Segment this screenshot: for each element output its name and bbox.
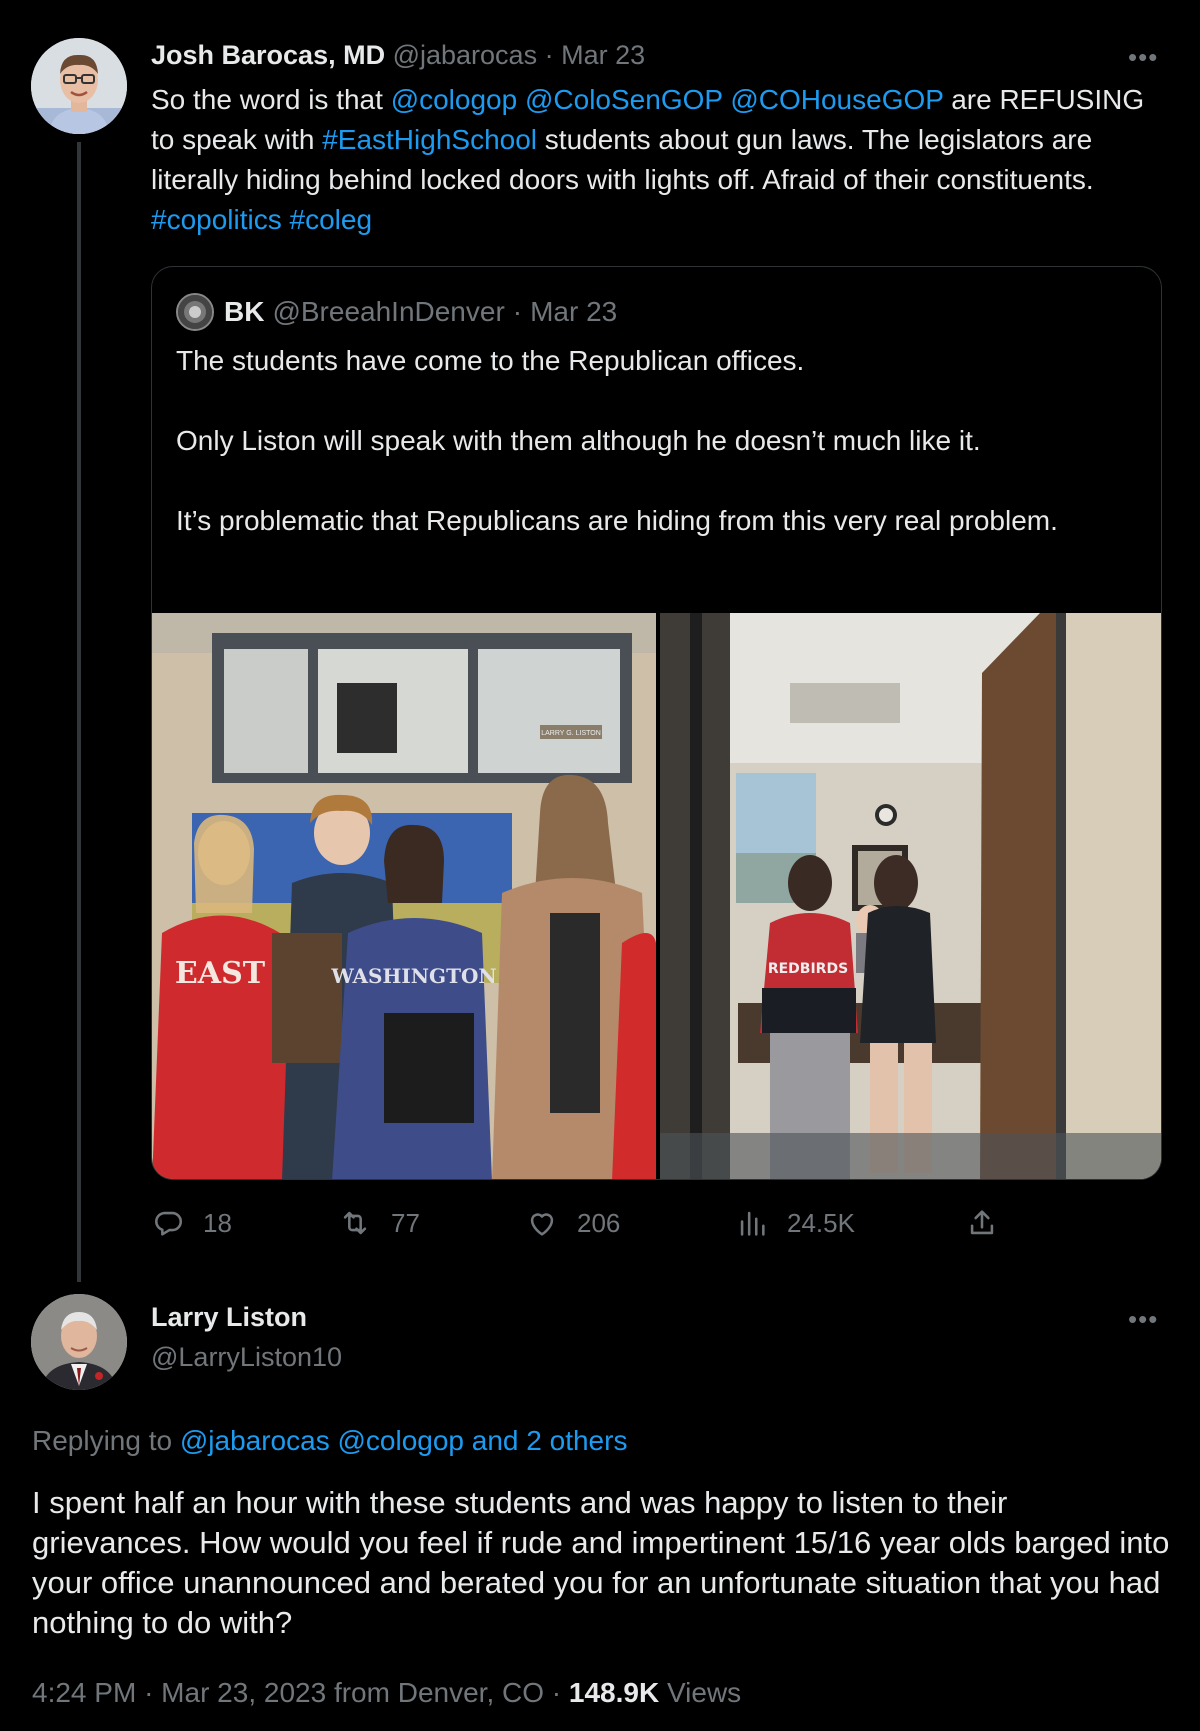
replying-to-label: Replying to — [32, 1425, 180, 1456]
quote-author-name[interactable]: BK — [224, 296, 264, 328]
like-count: 206 — [577, 1207, 621, 1238]
tweet-text-link[interactable]: #EastHighSchool — [322, 124, 537, 155]
reply-author-handle[interactable]: @LarryListon10 — [151, 1342, 342, 1373]
tweet-text-link[interactable]: #coleg — [290, 204, 373, 235]
separator-dot: · — [544, 40, 554, 70]
tweet-text-segment: So the word is that — [151, 84, 391, 115]
replying-to-links[interactable]: @jabarocas @cologop and 2 others — [180, 1425, 628, 1456]
reply-date[interactable]: Mar 23, 2023 — [161, 1677, 326, 1708]
retweet-icon — [343, 1211, 367, 1235]
thread-line — [77, 142, 81, 1282]
more-icon[interactable]: ••• — [1128, 1304, 1158, 1335]
quote-text: The students have come to the Republican… — [176, 341, 1126, 581]
tweet-text-link[interactable]: #copolitics — [151, 204, 282, 235]
photo-students-hallway-image: LARRY G. LISTON EAST WASHINGTON — [152, 613, 656, 1179]
quote-avatar-image — [178, 295, 212, 329]
reply-button[interactable]: 18 — [151, 1206, 232, 1240]
quote-paragraph: Only Liston will speak with them althoug… — [176, 425, 981, 456]
views-icon — [740, 1211, 765, 1236]
avatar-photo — [31, 38, 127, 134]
nameplate-text: LARRY G. LISTON — [541, 730, 601, 737]
share-icon — [970, 1210, 994, 1235]
avatar-josh-barocas[interactable] — [31, 38, 127, 134]
photo-office-meeting[interactable]: REDBIRDS — [660, 613, 1161, 1179]
quoted-tweet[interactable]: BK @BreeahInDenver · Mar 23 The students… — [151, 266, 1162, 1180]
photo-students-hallway[interactable]: LARRY G. LISTON EAST WASHINGTON — [152, 613, 656, 1179]
reply-location: from Denver, CO — [333, 1677, 545, 1708]
author-handle[interactable]: @jabarocas — [393, 40, 537, 70]
tweet-header: Josh Barocas, MD @jabarocas · Mar 23 — [151, 40, 645, 71]
tweet-text-link[interactable]: @cologop — [391, 84, 518, 115]
share-button[interactable] — [965, 1206, 999, 1240]
tweet-text-segment — [517, 84, 525, 115]
more-icon[interactable]: ••• — [1128, 42, 1158, 73]
reply-meta: 4:24 PM · Mar 23, 2023 from Denver, CO ·… — [32, 1677, 742, 1708]
retweet-count: 77 — [391, 1207, 420, 1238]
quote-date[interactable]: Mar 23 — [530, 296, 617, 328]
tweet-text: So the word is that @cologop @ColoSenGOP… — [151, 80, 1161, 240]
reply-text: I spent half an hour with these students… — [32, 1485, 1170, 1640]
tweet-text-link[interactable]: @COHouseGOP — [730, 84, 943, 115]
quote-author-handle[interactable]: @BreeahInDenver — [272, 296, 504, 328]
reply-icon — [155, 1211, 182, 1236]
quote-paragraph: It’s problematic that Republicans are hi… — [176, 505, 1058, 536]
tweet-text-link[interactable]: @ColoSenGOP — [525, 84, 723, 115]
reply-author-name[interactable]: Larry Liston — [151, 1302, 307, 1332]
quote-paragraph: The students have come to the Republican… — [176, 345, 805, 376]
like-icon — [530, 1213, 554, 1236]
tweet-date[interactable]: Mar 23 — [561, 40, 645, 70]
photo-office-meeting-image: REDBIRDS — [660, 613, 1161, 1179]
retweet-button[interactable]: 77 — [337, 1206, 420, 1240]
reply-time[interactable]: 4:24 PM — [32, 1677, 136, 1708]
author-name[interactable]: Josh Barocas, MD — [151, 40, 385, 70]
views-count: 24.5K — [787, 1207, 855, 1238]
sweatshirt-text-redbirds: REDBIRDS — [768, 961, 848, 977]
sweatshirt-text-east: EAST — [175, 956, 266, 991]
avatar-photo — [31, 1294, 127, 1390]
replying-to: Replying to @jabarocas @cologop and 2 ot… — [32, 1425, 627, 1457]
quote-avatar[interactable] — [176, 293, 214, 331]
reply-author-name-wrap: Larry Liston — [151, 1302, 307, 1333]
reply-views-count: 148.9K — [568, 1677, 660, 1708]
avatar-larry-liston[interactable] — [31, 1294, 127, 1390]
like-button[interactable]: 206 — [525, 1206, 620, 1240]
tweet-text-segment — [282, 204, 290, 235]
reply-views-label: Views — [666, 1677, 742, 1708]
quote-separator-dot: · — [512, 296, 523, 327]
quote-header: BK @BreeahInDenver · Mar 23 — [176, 293, 617, 331]
sweatshirt-text-washington: WASHINGTON — [330, 964, 496, 988]
reply-count: 18 — [203, 1207, 232, 1238]
views-button[interactable]: 24.5K — [735, 1206, 855, 1240]
